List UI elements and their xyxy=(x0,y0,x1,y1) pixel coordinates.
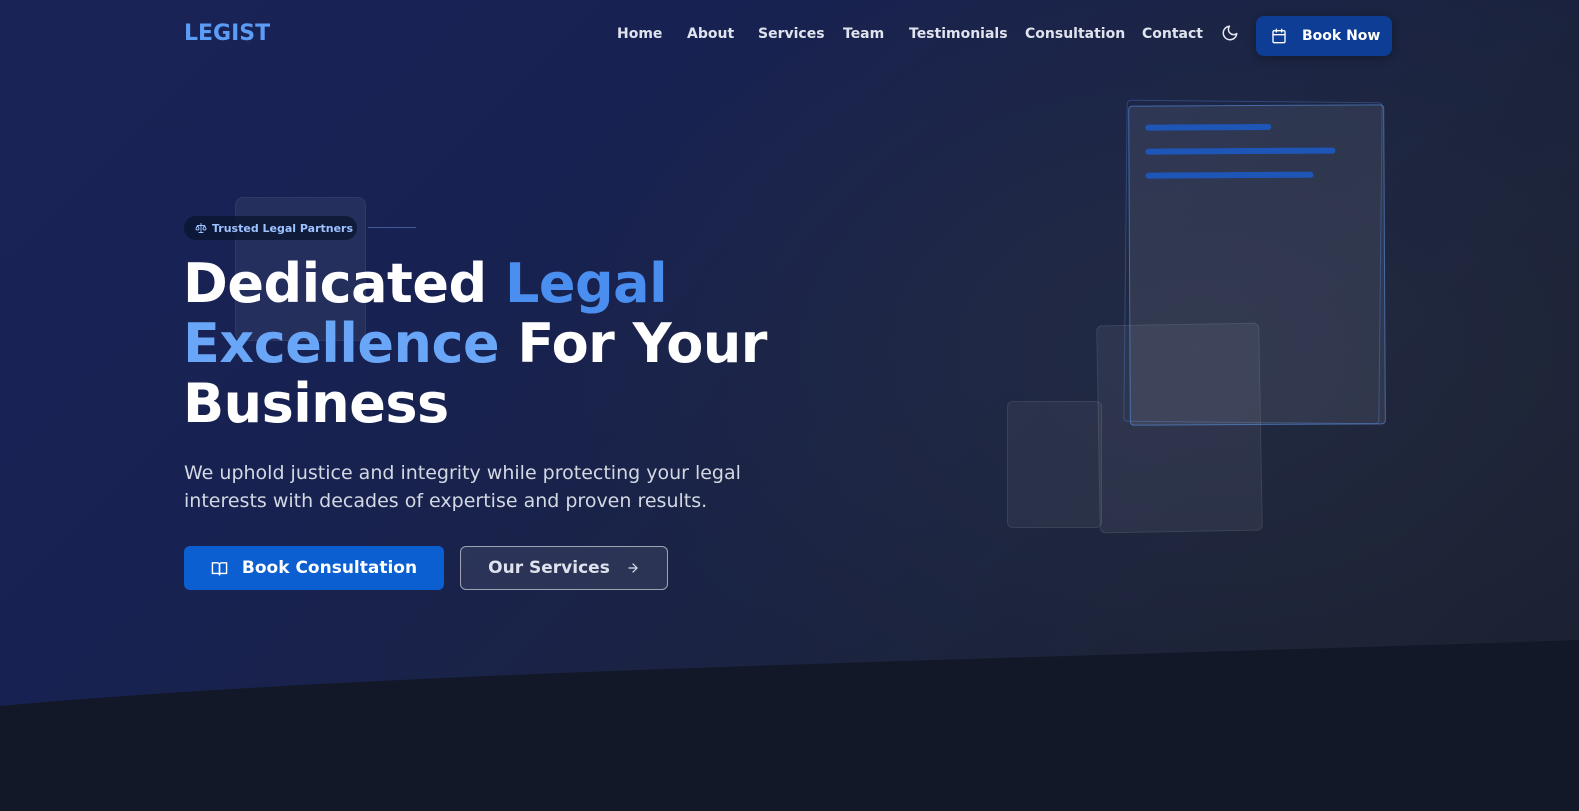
navbar: LEGIST Home About Services Team Testimon… xyxy=(0,0,1579,72)
document-illustration xyxy=(1128,104,1386,426)
document-line xyxy=(1145,147,1336,155)
logo[interactable]: LEGIST xyxy=(184,21,270,46)
arrow-right-icon xyxy=(628,563,638,573)
nav-link-home[interactable]: Home xyxy=(617,26,662,42)
headline-part1: Dedicated xyxy=(183,252,505,315)
headline-accent-legal: Legal xyxy=(504,252,668,315)
nav-link-team[interactable]: Team xyxy=(843,26,884,42)
scales-icon xyxy=(195,223,207,233)
nav-link-services[interactable]: Services xyxy=(758,26,825,42)
decorative-card-small xyxy=(1007,401,1102,528)
theme-toggle-button[interactable] xyxy=(1221,24,1241,44)
nav-link-contact[interactable]: Contact xyxy=(1142,26,1203,42)
hero-headline: Dedicated Legal Excellence For Your Busin… xyxy=(183,254,883,434)
book-consultation-label: Book Consultation xyxy=(241,558,418,578)
book-now-label: Book Now xyxy=(1302,28,1381,44)
book-now-button[interactable]: Book Now xyxy=(1256,16,1392,56)
moon-icon xyxy=(1222,25,1238,41)
document-line xyxy=(1145,123,1272,131)
our-services-button[interactable]: Our Services xyxy=(460,546,668,590)
nav-link-consultation[interactable]: Consultation xyxy=(1025,26,1125,42)
headline-accent-excellence: Excellence xyxy=(183,312,500,375)
nav-link-testimonials[interactable]: Testimonials xyxy=(909,26,1008,42)
badge-label: Trusted Legal Partners xyxy=(212,221,354,235)
book-icon xyxy=(211,561,228,576)
bottom-wave-divider xyxy=(0,640,1579,811)
trusted-badge: Trusted Legal Partners xyxy=(184,216,357,240)
nav-link-about[interactable]: About xyxy=(687,26,734,42)
calendar-icon xyxy=(1272,28,1286,44)
book-consultation-button[interactable]: Book Consultation xyxy=(184,546,444,590)
hero-subtext: We uphold justice and integrity while pr… xyxy=(184,462,741,512)
our-services-label: Our Services xyxy=(488,558,610,578)
document-line xyxy=(1145,171,1314,179)
badge-divider-line xyxy=(368,227,416,228)
